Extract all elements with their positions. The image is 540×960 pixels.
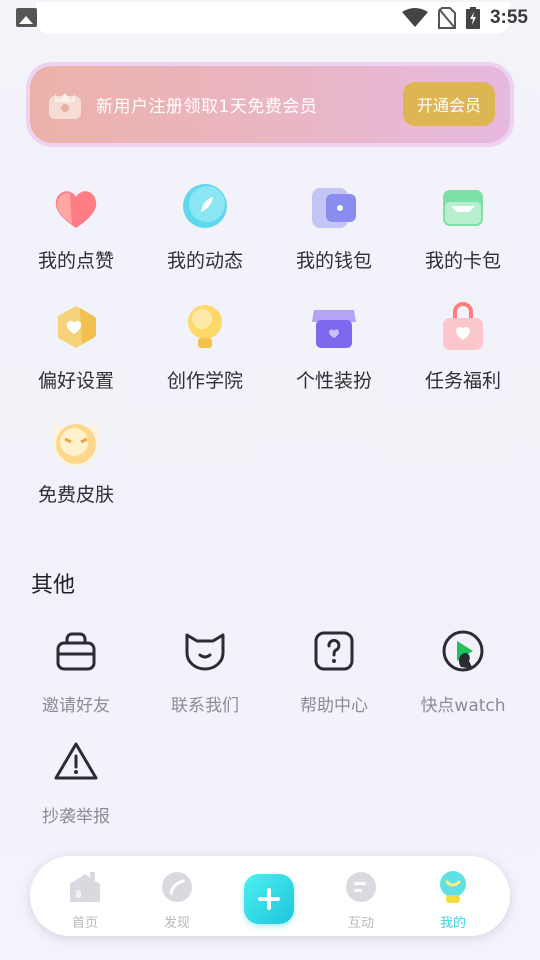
- heart-icon: [55, 191, 97, 228]
- other-label: 联系我们: [171, 696, 239, 716]
- gallery-notification-icon: [16, 8, 37, 27]
- nav-label: 互动: [347, 916, 374, 931]
- watch-play-icon: [442, 630, 484, 672]
- gift-bag-icon: [443, 302, 483, 350]
- other-invite-friends[interactable]: 邀请好友: [11, 627, 141, 716]
- crown-box-icon: [49, 93, 81, 119]
- nav-interaction[interactable]: 互动: [331, 870, 391, 931]
- other-help-center[interactable]: 帮助中心: [269, 627, 399, 716]
- feature-preferences[interactable]: 偏好设置: [11, 300, 141, 393]
- mascot-icon: [54, 422, 98, 466]
- vip-promo-text: 新用户注册领取1天免费会员: [96, 97, 318, 117]
- wifi-icon: [401, 8, 428, 27]
- cat-face-icon: [185, 633, 225, 671]
- card-icon: [443, 190, 483, 226]
- feature-label: 个性装扮: [295, 370, 372, 392]
- feature-label: 我的卡包: [424, 250, 501, 272]
- feature-my-likes[interactable]: 我的点赞: [11, 180, 141, 273]
- other-section-title: 其他: [31, 573, 76, 598]
- other-plagiarism-report[interactable]: 抄袭举报: [11, 738, 141, 827]
- other-label: 帮助中心: [300, 696, 368, 716]
- other-kuaidian-watch[interactable]: 快点watch: [398, 627, 528, 716]
- feature-personal-dressup[interactable]: 个性装扮: [269, 300, 399, 393]
- nav-label: 首页: [71, 916, 98, 931]
- feature-label: 免费皮肤: [37, 484, 114, 506]
- feature-my-wallet[interactable]: 我的钱包: [269, 180, 399, 273]
- compass-icon: [183, 184, 227, 228]
- feature-label: 任务福利: [424, 370, 501, 392]
- feature-creator-academy[interactable]: 创作学院: [140, 300, 270, 393]
- feature-task-rewards[interactable]: 任务福利: [398, 300, 528, 393]
- other-label: 快点watch: [420, 696, 506, 716]
- discover-icon: [162, 872, 192, 902]
- status-icons: 3:55: [401, 5, 528, 31]
- feature-label: 我的点赞: [37, 250, 114, 272]
- feature-label: 我的钱包: [295, 250, 372, 272]
- vip-promo-banner[interactable]: 新用户注册领取1天免费会员 开通会员: [30, 66, 510, 143]
- other-label: 抄袭举报: [42, 807, 110, 827]
- create-post-button[interactable]: [244, 874, 294, 924]
- other-label: 邀请好友: [42, 696, 110, 716]
- hexagon-heart-icon: [58, 306, 96, 348]
- nav-home[interactable]: 首页: [55, 870, 115, 931]
- other-contact-us[interactable]: 联系我们: [140, 627, 270, 716]
- activate-membership-button[interactable]: 开通会员: [403, 82, 495, 126]
- clock: 3:55: [489, 7, 528, 28]
- plus-icon: [258, 888, 280, 910]
- profile-icon: [440, 871, 466, 903]
- question-icon: [314, 631, 354, 671]
- nav-label: 我的: [439, 916, 466, 931]
- home-icon: [70, 872, 100, 902]
- feature-my-cards[interactable]: 我的卡包: [398, 180, 528, 273]
- invite-icon: [56, 632, 96, 671]
- lightbulb-icon: [188, 305, 222, 348]
- nav-profile[interactable]: 我的: [423, 870, 483, 931]
- feature-free-skins[interactable]: 免费皮肤: [11, 414, 141, 507]
- wallet-icon: [312, 188, 356, 228]
- feature-my-posts[interactable]: 我的动态: [140, 180, 270, 273]
- feature-label: 偏好设置: [37, 370, 114, 392]
- status-bar: 3:55: [0, 0, 540, 36]
- nav-label: 发现: [163, 916, 190, 931]
- feature-label: 我的动态: [166, 250, 243, 272]
- chat-icon: [346, 872, 376, 902]
- warning-icon: [54, 742, 98, 780]
- battery-charging-icon: [465, 7, 480, 29]
- shop-icon: [312, 310, 356, 348]
- nav-discover[interactable]: 发现: [147, 870, 207, 931]
- bottom-navigation: 首页 发现 互动 我的: [30, 856, 510, 936]
- no-sim-icon: [437, 7, 456, 29]
- feature-label: 创作学院: [166, 370, 243, 392]
